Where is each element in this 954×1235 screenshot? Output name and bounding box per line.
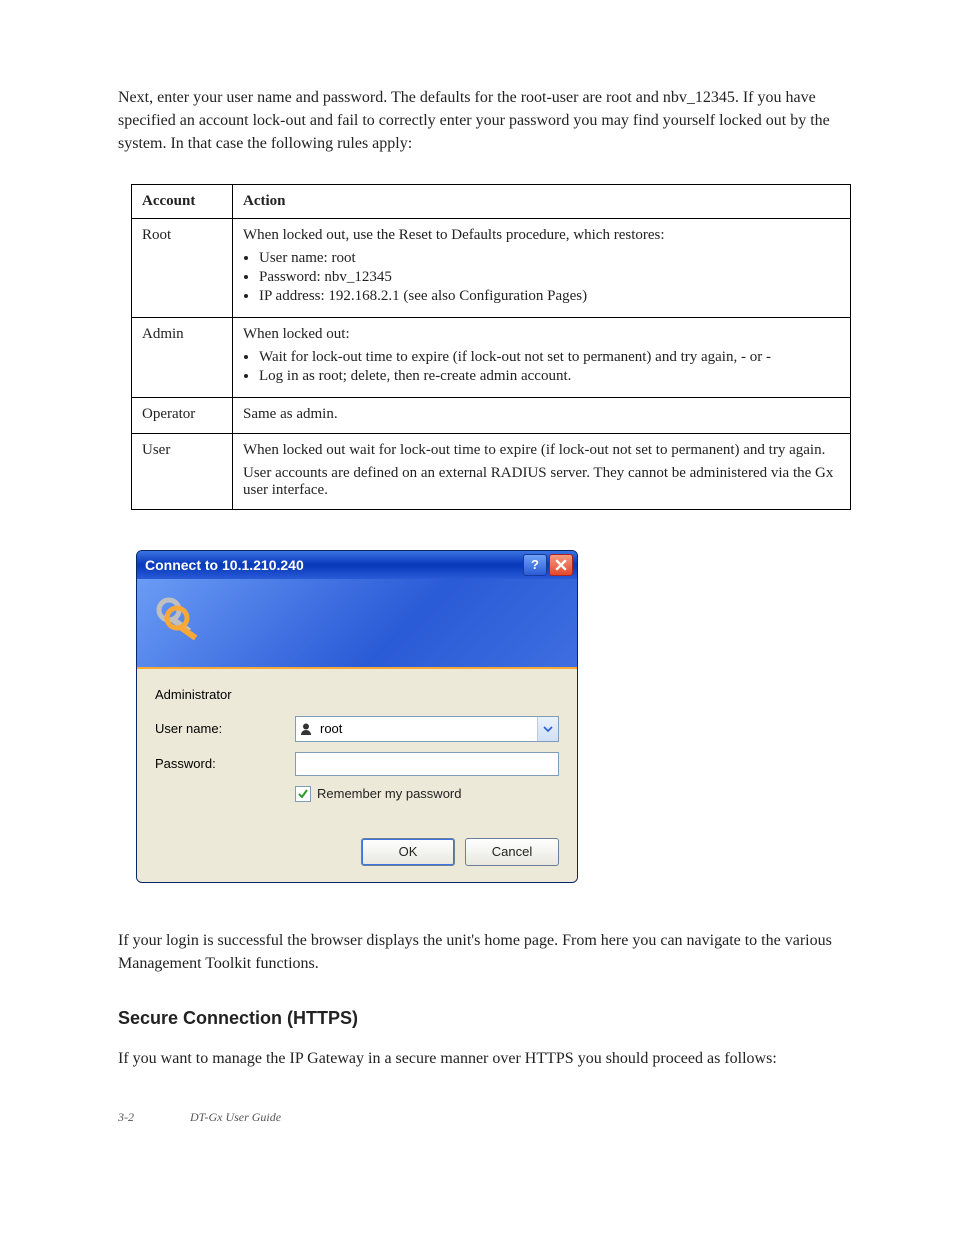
ok-button[interactable]: OK xyxy=(361,838,455,866)
username-input[interactable] xyxy=(316,721,537,736)
https-heading: Secure Connection (HTTPS) xyxy=(118,1005,864,1031)
table-header-account: Account xyxy=(132,184,233,218)
row-account: Root xyxy=(132,218,233,317)
cancel-button[interactable]: Cancel xyxy=(465,838,559,866)
row-intro: When locked out: xyxy=(243,326,840,343)
user-icon xyxy=(296,722,316,736)
role-label: Administrator xyxy=(155,687,559,702)
bullet: Log in as root; delete, then re-create a… xyxy=(259,368,840,385)
row-action: Same as admin. xyxy=(233,397,851,433)
row-account: Admin xyxy=(132,317,233,397)
intro-paragraph: Next, enter your user name and password.… xyxy=(118,86,864,156)
bullet: User name: root xyxy=(259,250,840,267)
footer-text: DT-Gx User Guide xyxy=(190,1110,864,1125)
page-number: 3-2 xyxy=(118,1110,190,1125)
password-input[interactable] xyxy=(295,752,559,776)
row-intro: When locked out wait for lock-out time t… xyxy=(243,442,840,459)
after-p1: If your login is successful the browser … xyxy=(118,929,864,975)
username-label: User name: xyxy=(155,721,295,736)
row-intro2: User accounts are defined on an external… xyxy=(243,465,840,499)
bullet: Password: nbv_12345 xyxy=(259,269,840,286)
checkmark-icon xyxy=(297,788,309,800)
lockout-table: Account Action Root When locked out, use… xyxy=(131,184,851,510)
chevron-down-icon xyxy=(543,724,553,734)
help-button[interactable]: ? xyxy=(523,554,547,576)
username-dropdown-button[interactable] xyxy=(537,717,558,741)
row-action: When locked out, use the Reset to Defaul… xyxy=(233,218,851,317)
row-account: Operator xyxy=(132,397,233,433)
auth-dialog: Connect to 10.1.210.240 ? Administrator xyxy=(136,550,578,883)
table-row: User When locked out wait for lock-out t… xyxy=(132,433,851,509)
bullet: Wait for lock-out time to expire (if loc… xyxy=(259,349,840,366)
row-action: When locked out: Wait for lock-out time … xyxy=(233,317,851,397)
after-p2: If you want to manage the IP Gateway in … xyxy=(118,1047,864,1070)
table-row: Operator Same as admin. xyxy=(132,397,851,433)
username-combo[interactable] xyxy=(295,716,559,742)
table-row: Admin When locked out: Wait for lock-out… xyxy=(132,317,851,397)
bullet: IP address: 192.168.2.1 (see also Config… xyxy=(259,288,840,305)
help-icon: ? xyxy=(531,557,539,572)
remember-label: Remember my password xyxy=(317,786,462,801)
table-row: Root When locked out, use the Reset to D… xyxy=(132,218,851,317)
remember-row[interactable]: Remember my password xyxy=(295,786,559,802)
close-icon xyxy=(555,559,567,571)
row-intro: When locked out, use the Reset to Defaul… xyxy=(243,227,840,244)
password-label: Password: xyxy=(155,756,295,771)
remember-checkbox[interactable] xyxy=(295,786,311,802)
row-action: When locked out wait for lock-out time t… xyxy=(233,433,851,509)
dialog-title: Connect to 10.1.210.240 xyxy=(145,557,521,573)
dialog-titlebar: Connect to 10.1.210.240 ? xyxy=(137,551,577,579)
keys-icon xyxy=(149,592,205,653)
dialog-banner xyxy=(137,579,577,669)
page-footer: 3-2 DT-Gx User Guide xyxy=(118,1110,864,1125)
table-header-action: Action xyxy=(233,184,851,218)
close-button[interactable] xyxy=(549,554,573,576)
row-account: User xyxy=(132,433,233,509)
